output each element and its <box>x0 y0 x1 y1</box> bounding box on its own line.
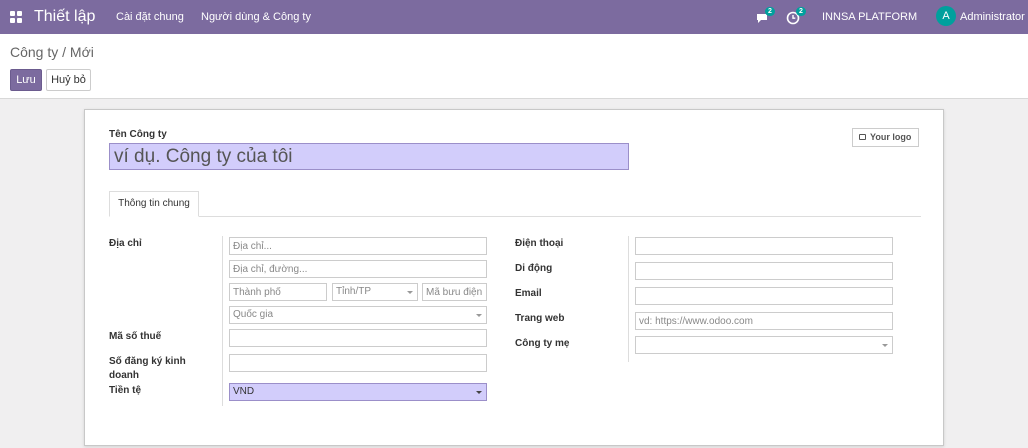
tab-bar <box>109 216 921 217</box>
phone-label: Điện thoại <box>515 238 564 249</box>
state-placeholder: Tỉnh/TP <box>336 286 372 297</box>
website-label: Trang web <box>515 313 565 324</box>
zip-input[interactable] <box>422 283 487 301</box>
company-switcher[interactable]: INNSA PLATFORM <box>822 11 917 23</box>
currency-label: Tiền tệ <box>109 385 142 396</box>
chevron-down-icon <box>882 344 888 347</box>
state-select[interactable]: Tỉnh/TP <box>332 283 418 301</box>
address-label: Địa chỉ <box>109 238 142 249</box>
logo-upload-button[interactable]: Your logo <box>852 128 919 147</box>
menu-users-companies[interactable]: Người dùng & Công ty <box>201 11 311 23</box>
camera-icon <box>859 134 866 140</box>
chat-button[interactable]: 2 <box>755 7 777 25</box>
website-input[interactable] <box>635 312 893 330</box>
app-title[interactable]: Thiết lập <box>34 8 95 26</box>
chevron-down-icon <box>476 391 482 394</box>
parent-company-label: Công ty mẹ <box>515 338 570 349</box>
phone-input[interactable] <box>635 237 893 255</box>
city-input[interactable] <box>229 283 327 301</box>
currency-value: VND <box>233 386 255 397</box>
currency-select[interactable]: VND <box>229 383 487 401</box>
chat-badge: 2 <box>765 7 775 16</box>
mobile-label: Di động <box>515 263 553 274</box>
save-button[interactable]: Lưu <box>10 69 42 91</box>
mobile-input[interactable] <box>635 262 893 280</box>
activity-badge: 2 <box>796 7 806 16</box>
chevron-down-icon <box>407 291 413 294</box>
company-name-input[interactable] <box>109 143 629 170</box>
breadcrumb: Công ty / Mới <box>10 44 94 60</box>
avatar: A <box>936 6 956 26</box>
activity-button[interactable]: 2 <box>786 7 808 25</box>
country-placeholder: Quốc gia <box>233 309 274 320</box>
parent-company-select[interactable] <box>635 336 893 354</box>
vat-input[interactable] <box>229 329 487 347</box>
control-panel: Công ty / Mới Lưu Huỷ bỏ <box>0 34 1028 99</box>
discard-button[interactable]: Huỷ bỏ <box>46 69 91 91</box>
apps-menu-icon[interactable] <box>10 11 22 23</box>
left-divider <box>222 236 223 406</box>
form-sheet: Tên Công ty Your logo Thông tin chung Đị… <box>84 109 944 446</box>
email-label: Email <box>515 288 542 299</box>
chevron-down-icon <box>476 314 482 317</box>
email-input[interactable] <box>635 287 893 305</box>
logo-label: Your logo <box>870 132 912 142</box>
user-name: Administrator <box>960 11 1025 23</box>
tab-general-info[interactable]: Thông tin chung <box>109 191 199 217</box>
street2-input[interactable] <box>229 260 487 278</box>
vat-label: Mã số thuế <box>109 331 162 342</box>
right-divider <box>628 236 629 362</box>
country-select[interactable]: Quốc gia <box>229 306 487 324</box>
street-input[interactable] <box>229 237 487 255</box>
registry-input[interactable] <box>229 354 487 372</box>
menu-general-settings[interactable]: Cài đặt chung <box>116 11 184 23</box>
top-navbar: Thiết lập Cài đặt chung Người dùng & Côn… <box>0 0 1028 34</box>
company-name-label: Tên Công ty <box>109 129 167 140</box>
registry-label: Số đăng ký kinh doanh <box>109 356 186 381</box>
